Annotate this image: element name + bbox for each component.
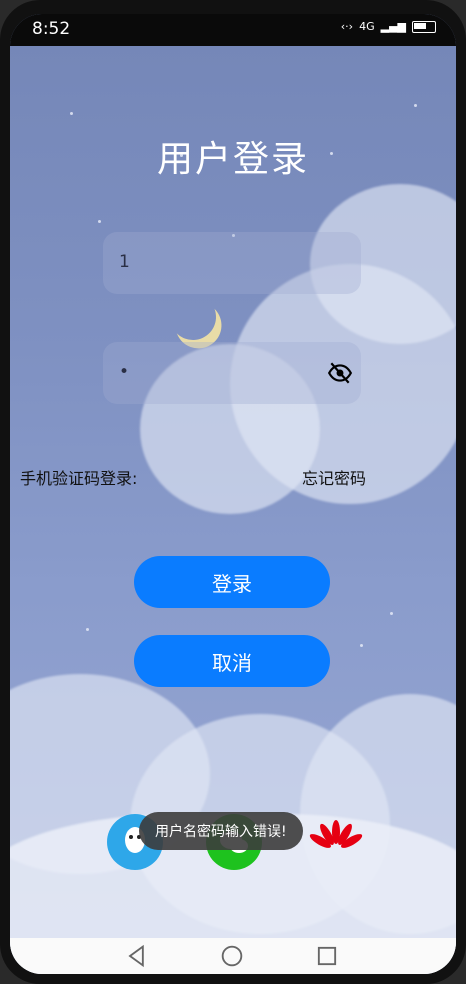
page-title: 用户登录: [156, 139, 309, 180]
huawei-login-button[interactable]: [308, 814, 364, 870]
battery-icon: [412, 20, 436, 33]
login-button[interactable]: 登录: [134, 556, 330, 608]
home-icon[interactable]: [218, 942, 246, 970]
star-decoration: [98, 220, 101, 223]
signal-icon: ▂▄▆: [380, 20, 406, 33]
huawei-icon: [309, 820, 363, 848]
star-decoration: [86, 628, 89, 631]
recents-icon[interactable]: [313, 942, 341, 970]
star-decoration: [70, 112, 73, 115]
navigation-bar: [10, 938, 456, 974]
error-toast: 用户名密码输入错误!: [139, 812, 303, 850]
sms-login-link[interactable]: 手机验证码登录:: [20, 465, 137, 489]
forgot-password-link[interactable]: 忘记密码: [302, 465, 366, 489]
network-label: 4G: [359, 20, 375, 33]
password-value: •: [119, 362, 130, 382]
app-screen: 8:52 ‹·› 4G ▂▄▆ 用户登录 1 • 手机验证码登录: 忘记密码 登…: [10, 14, 456, 974]
status-time: 8:52: [32, 19, 71, 39]
status-bar: 8:52 ‹·› 4G ▂▄▆: [10, 14, 456, 46]
device-frame: 8:52 ‹·› 4G ▂▄▆ 用户登录 1 • 手机验证码登录: 忘记密码 登…: [0, 0, 466, 984]
star-decoration: [360, 644, 363, 647]
nfc-icon: ‹·›: [340, 20, 354, 33]
status-icons: ‹·› 4G ▂▄▆: [341, 20, 436, 33]
username-value: 1: [119, 252, 130, 272]
toast-message: 用户名密码输入错误!: [155, 824, 287, 840]
star-decoration: [390, 612, 393, 615]
star-decoration: [414, 104, 417, 107]
username-field[interactable]: 1: [103, 232, 361, 294]
cancel-button[interactable]: 取消: [134, 635, 330, 687]
password-field[interactable]: •: [103, 342, 361, 404]
eye-off-icon[interactable]: [327, 360, 353, 386]
back-icon[interactable]: [123, 942, 151, 970]
moon-decoration: [164, 288, 223, 347]
